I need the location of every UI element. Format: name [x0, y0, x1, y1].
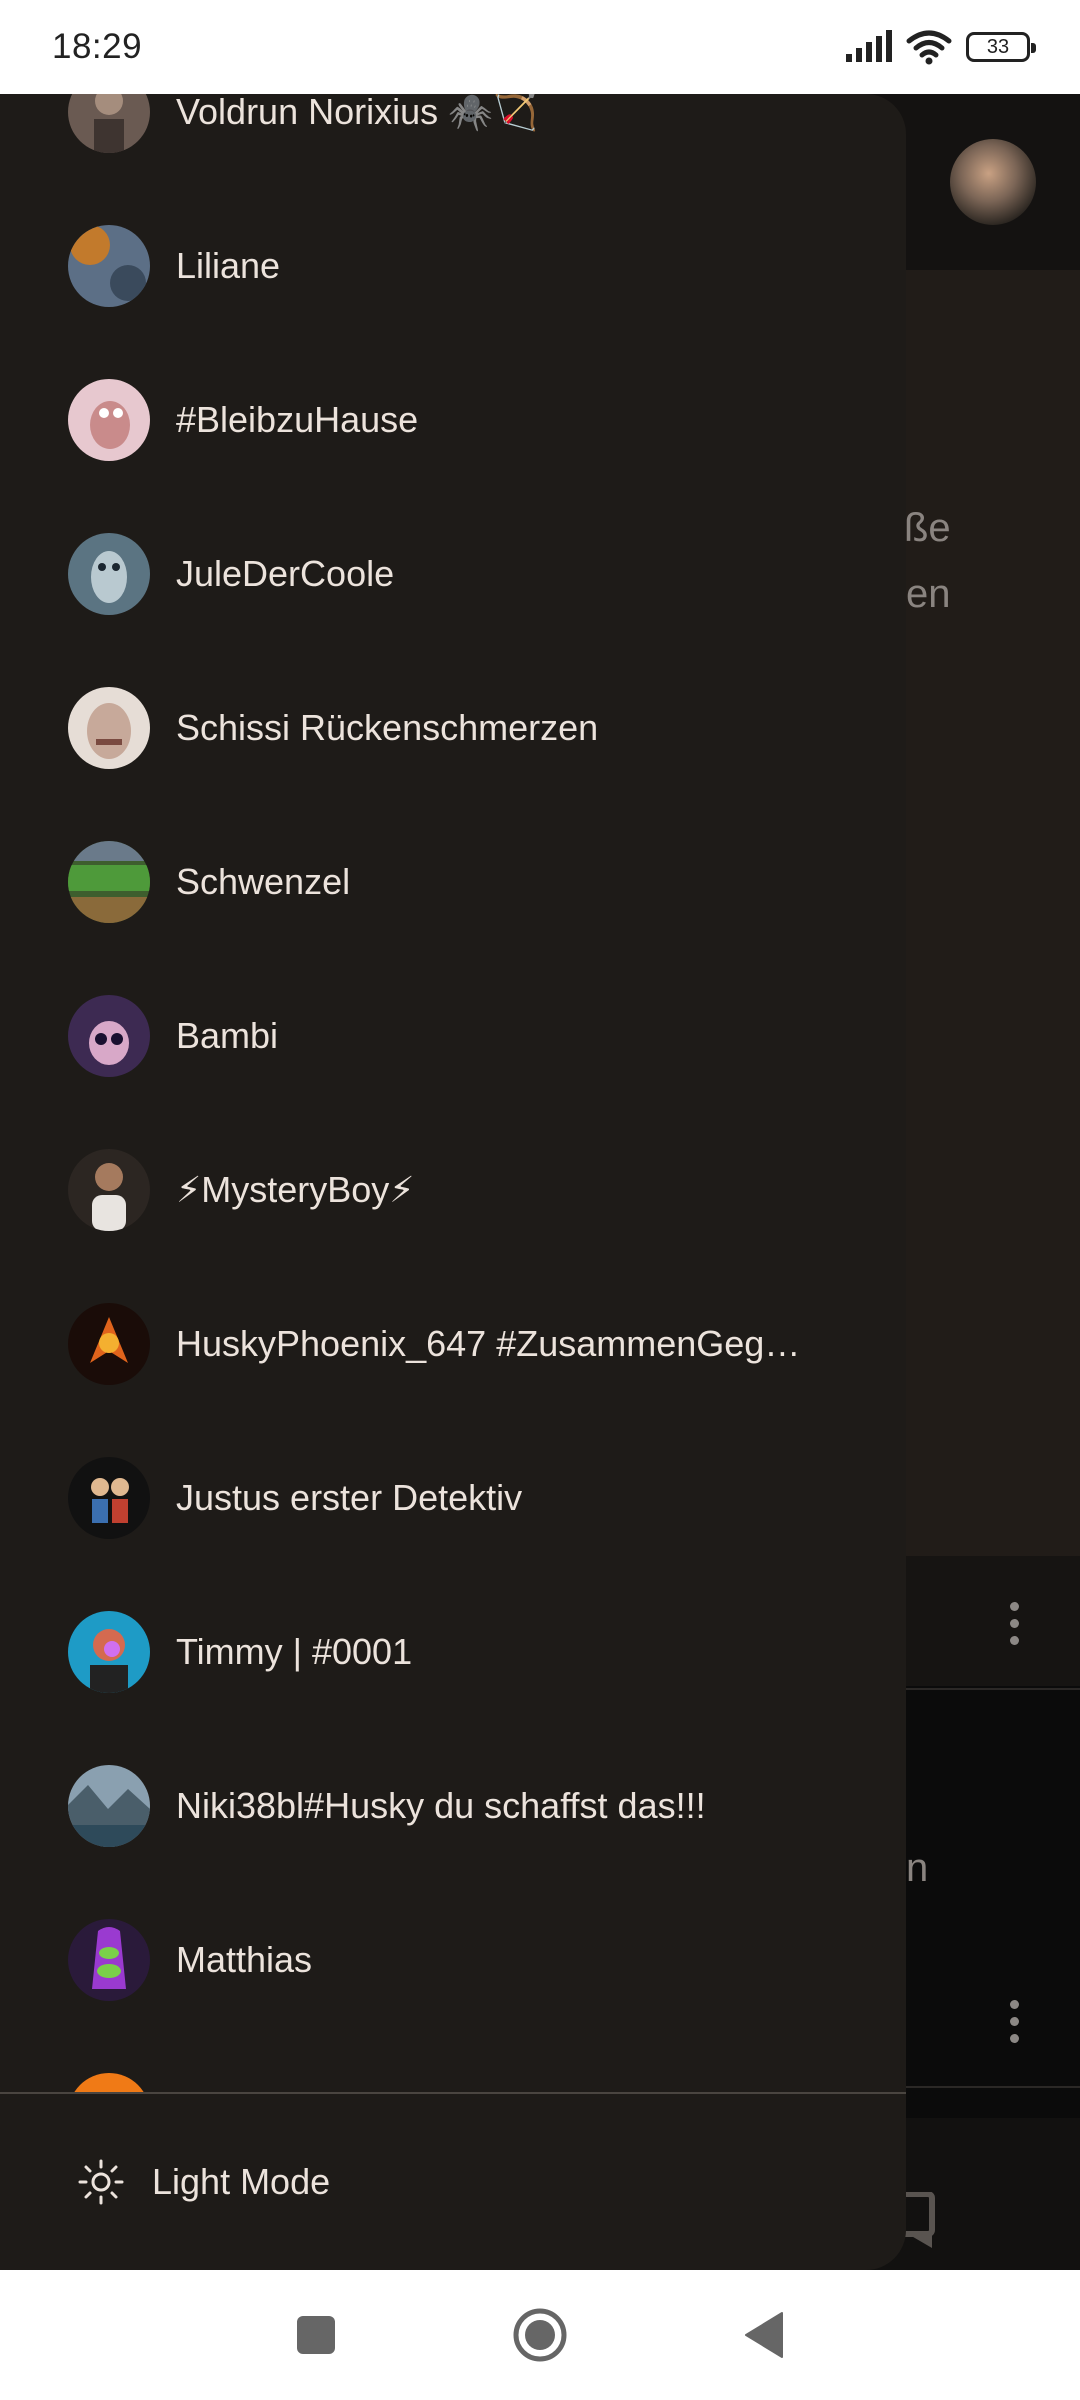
contact-item[interactable]: Niki38bl#Husky du schaffst das!!!	[0, 1729, 906, 1883]
battery-indicator: 33	[966, 32, 1036, 62]
contact-item[interactable]: Schwenzel	[0, 805, 906, 959]
contact-avatar	[68, 1457, 150, 1539]
contact-item[interactable]: HuskyPhoenix_647 #ZusammenGegenDenKrebs	[0, 1267, 906, 1421]
background-profile-avatar[interactable]	[950, 139, 1036, 225]
status-time: 18:29	[52, 27, 143, 66]
contact-avatar	[68, 94, 150, 153]
contact-avatar	[68, 1303, 150, 1385]
light-mode-label: Light Mode	[152, 2161, 331, 2202]
contact-item[interactable]: JuleDerCoole	[0, 497, 906, 651]
contact-name: Schwenzel	[176, 861, 351, 902]
background-more-icon-1[interactable]	[1009, 1602, 1019, 1648]
contact-avatar	[68, 841, 150, 923]
contact-avatar	[68, 2073, 150, 2092]
contact-item[interactable]: Liliane	[0, 189, 906, 343]
signal-icon	[846, 30, 892, 62]
light-mode-button[interactable]: Light Mode	[0, 2094, 906, 2270]
contact-avatar	[68, 687, 150, 769]
contact-name: Niki38bl#Husky du schaffst das!!!	[176, 1785, 706, 1826]
contact-avatar	[68, 1149, 150, 1231]
contact-avatar	[68, 1765, 150, 1847]
navigation-drawer: Voldrun Norixius 🕷️🏹 Liliane #BleibzuHau…	[0, 94, 906, 2270]
battery-level: 33	[986, 35, 1010, 58]
contact-item[interactable]: Bambi	[0, 959, 906, 1113]
contact-avatar	[68, 533, 150, 615]
contact-name: Matthias	[176, 1939, 313, 1980]
status-icons: 33	[844, 29, 1036, 65]
contact-name: HuskyPhoenix_647 #ZusammenGegenDenKrebs	[176, 1323, 806, 1364]
contact-avatar	[68, 1919, 150, 2001]
contact-name: Liliane	[176, 245, 281, 286]
system-navigation-bar	[0, 2270, 1080, 2400]
contact-avatar	[68, 995, 150, 1077]
recents-button[interactable]	[296, 2315, 336, 2355]
background-text-2: en	[906, 572, 951, 616]
contact-item[interactable]: Justus erster Detektiv	[0, 1421, 906, 1575]
status-bar: 18:29 33	[0, 0, 1080, 94]
sun-icon	[78, 2159, 124, 2205]
contact-name: Schissi Rückenschmerzen	[176, 707, 599, 748]
contact-item[interactable]	[0, 2037, 906, 2092]
contact-name: Justus erster Detektiv	[176, 1477, 523, 1518]
contact-name: Bambi	[176, 1015, 279, 1056]
contact-name: Timmy | #0001	[176, 1631, 413, 1672]
home-button[interactable]	[512, 2307, 568, 2363]
wifi-icon	[906, 30, 952, 65]
contact-item[interactable]: Matthias	[0, 1883, 906, 2037]
contact-avatar	[68, 1611, 150, 1693]
contact-name: JuleDerCoole	[176, 553, 395, 594]
contact-item[interactable]: Schissi Rückenschmerzen	[0, 651, 906, 805]
contact-item[interactable]: ⚡MysteryBoy⚡	[0, 1113, 906, 1267]
background-text-1: ße	[904, 506, 951, 550]
back-button[interactable]	[744, 2311, 784, 2359]
contact-avatar	[68, 379, 150, 461]
contact-name: Voldrun Norixius 🕷️🏹	[176, 94, 538, 132]
contact-avatar	[68, 225, 150, 307]
contact-name: ⚡MysteryBoy⚡	[176, 1169, 415, 1210]
background-more-icon-2[interactable]	[1009, 2000, 1019, 2046]
contact-item[interactable]: #BleibzuHause	[0, 343, 906, 497]
background-text-3: n	[906, 1846, 929, 1890]
contact-item[interactable]: Voldrun Norixius 🕷️🏹	[0, 94, 906, 189]
contact-name: #BleibzuHause	[176, 399, 419, 440]
contact-list[interactable]: Voldrun Norixius 🕷️🏹 Liliane #BleibzuHau…	[0, 94, 906, 2092]
contact-item[interactable]: Timmy | #0001	[0, 1575, 906, 1729]
